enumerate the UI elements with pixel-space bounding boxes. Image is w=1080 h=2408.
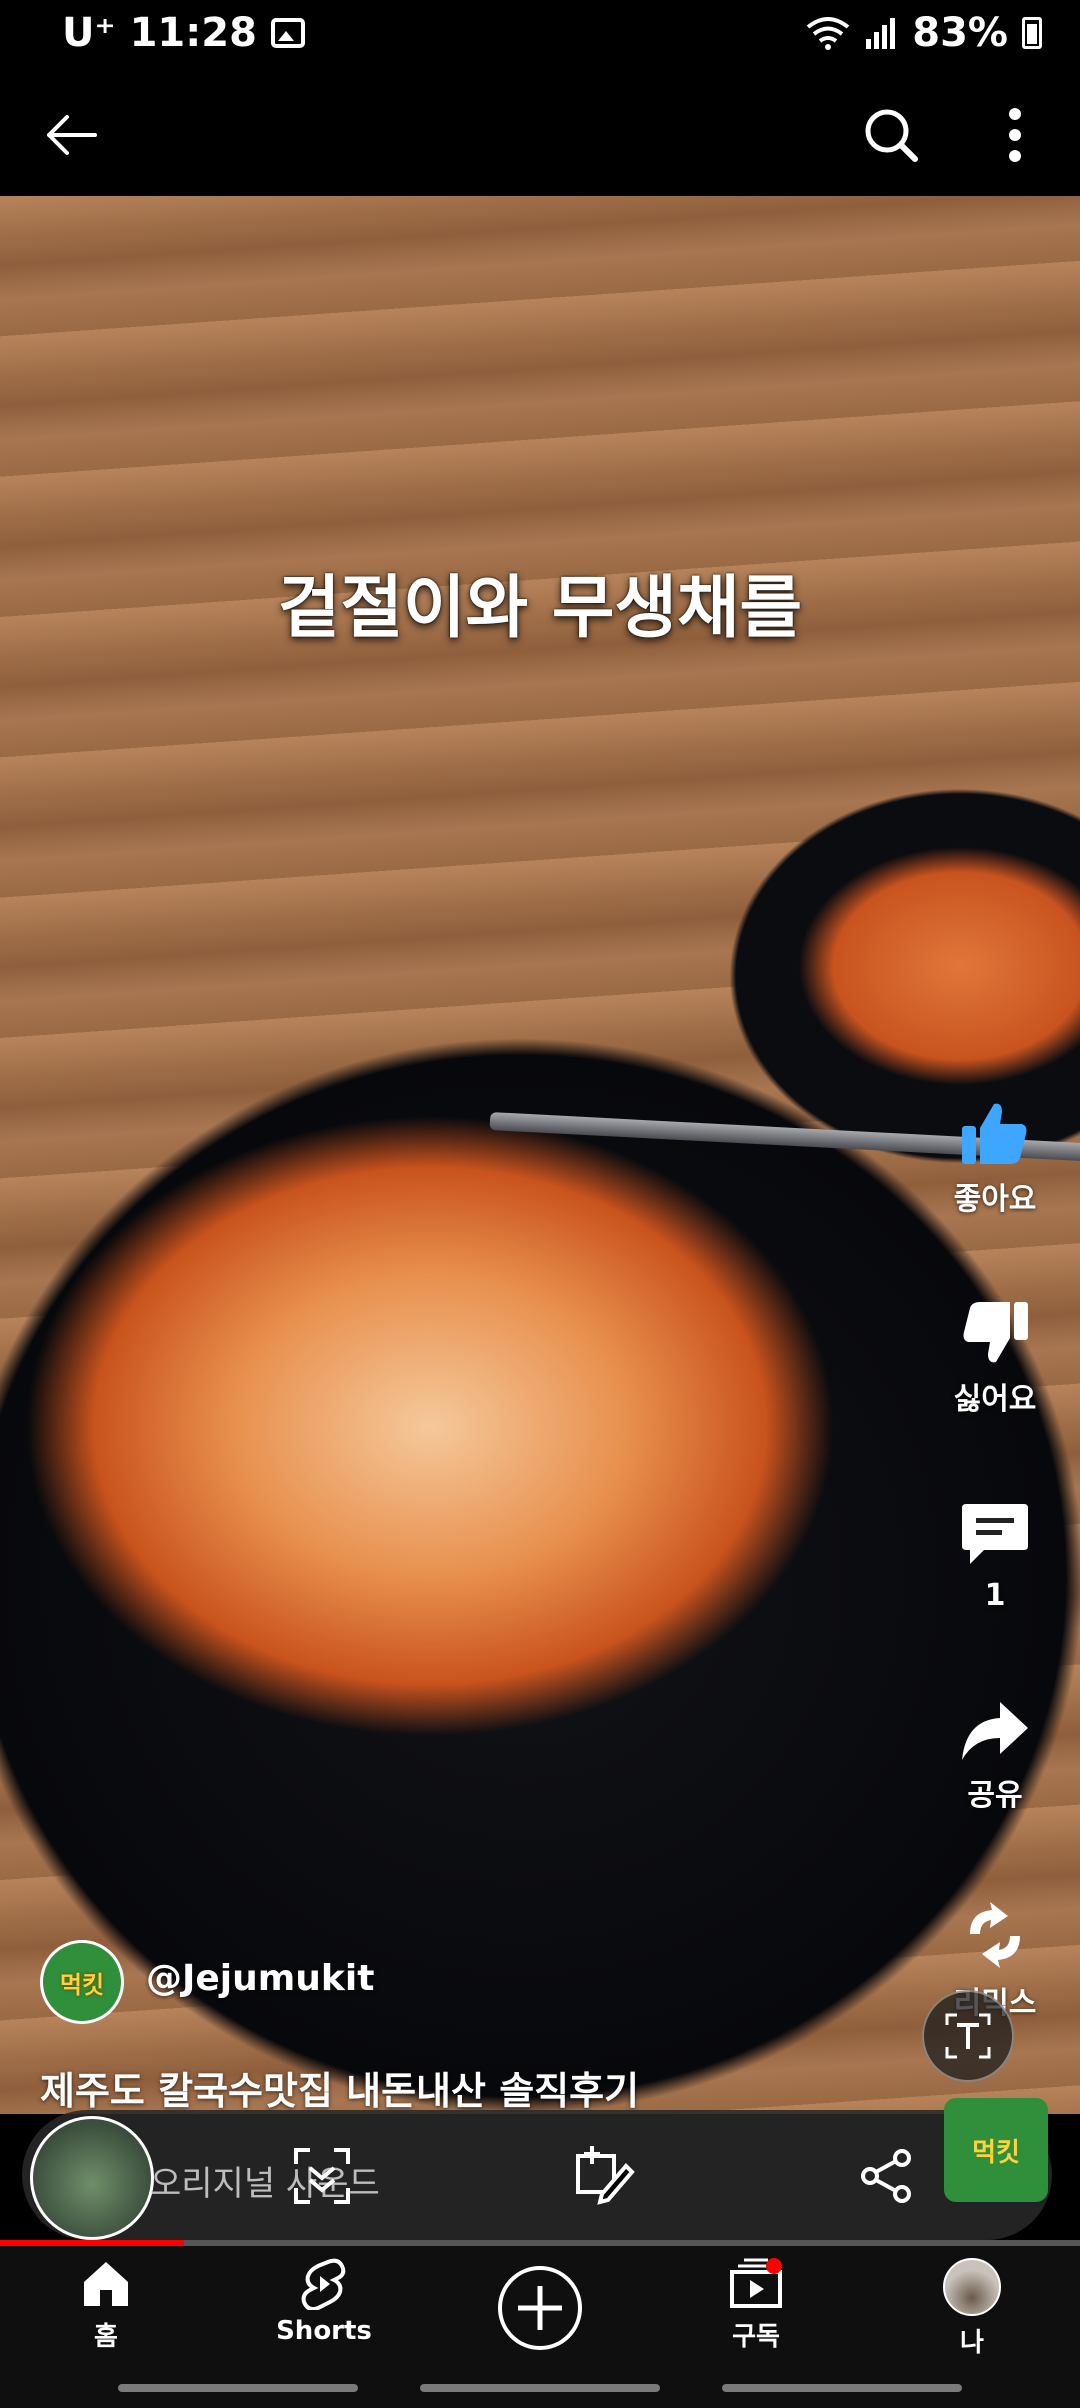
video-title[interactable]: 제주도 칼국수맛집 내돈내산 솔직후기	[40, 2060, 639, 2115]
comment-icon	[962, 1504, 1028, 1564]
edit-pencil-icon	[576, 2146, 635, 2205]
clock: 11:28	[129, 10, 257, 56]
thumbs-down-icon	[963, 1302, 1028, 1363]
channel-avatar[interactable]: 먹킷	[40, 1940, 124, 2024]
nav-me[interactable]: 나	[872, 2258, 1072, 2359]
share-label: 공유	[967, 1778, 1023, 1813]
share-arrow-icon	[962, 1702, 1028, 1760]
nav-create-button[interactable]	[494, 2262, 586, 2354]
text-scan-icon	[945, 2013, 991, 2059]
battery-icon	[1022, 17, 1042, 49]
share-nodes-icon	[861, 2149, 911, 2203]
nav-subscriptions-label: 구독	[732, 2322, 780, 2352]
sound-thumb-text: 먹킷	[972, 2137, 1020, 2168]
carrier-label: U⁺	[62, 10, 116, 56]
comments-button[interactable]: 1	[920, 1500, 1070, 1613]
gallery-notification-icon	[270, 18, 305, 48]
status-left: U⁺ 11:28	[62, 10, 305, 56]
more-vertical-icon	[1009, 108, 1021, 162]
channel-handle[interactable]: @Jejumukit	[146, 1958, 374, 1999]
share-action-button[interactable]	[846, 2136, 926, 2216]
remix-icon	[970, 1902, 1020, 1968]
nav-home[interactable]: 홈	[6, 2258, 206, 2353]
nav-shorts-label: Shorts	[276, 2316, 372, 2346]
edit-button[interactable]	[564, 2136, 644, 2216]
subscriptions-icon	[730, 2258, 782, 2308]
back-button[interactable]	[36, 100, 106, 170]
search-button[interactable]	[856, 100, 926, 170]
nav-subscriptions[interactable]: 구독	[656, 2258, 856, 2353]
nav-me-label: 나	[960, 2328, 984, 2358]
gesture-pill-left	[118, 2384, 358, 2392]
text-scan-button[interactable]	[922, 1990, 1014, 2082]
nav-shorts[interactable]: Shorts	[224, 2258, 424, 2346]
channel-avatar-text: 먹킷	[59, 1970, 105, 1999]
shorts-icon	[301, 2258, 346, 2310]
signal-icon	[866, 18, 896, 49]
collapse-frame-icon	[294, 2148, 350, 2204]
dislike-button[interactable]: 싫어요	[920, 1300, 1070, 1418]
home-icon	[84, 2262, 128, 2306]
search-icon	[865, 109, 918, 162]
collapse-button[interactable]	[282, 2136, 362, 2216]
comment-count: 1	[984, 1578, 1006, 1613]
gesture-pill-right	[722, 2384, 962, 2392]
video-caption-overlay: 겉절이와 무생채를	[277, 569, 803, 648]
sound-source-thumbnail[interactable]: 먹킷	[944, 2098, 1048, 2202]
status-right: 83%	[806, 10, 1042, 56]
like-label: 좋아요	[953, 1182, 1037, 1217]
original-sound-thumbnail[interactable]	[30, 2116, 154, 2240]
video-player[interactable]	[0, 196, 1080, 2114]
arrow-left-icon	[47, 115, 97, 155]
nav-home-label: 홈	[94, 2322, 118, 2352]
wifi-icon	[807, 17, 850, 50]
gesture-pill-center	[420, 2384, 660, 2392]
more-options-button[interactable]	[980, 100, 1050, 170]
create-plus-icon	[498, 2266, 582, 2350]
profile-avatar	[943, 2258, 1001, 2316]
thumbs-up-icon	[962, 1103, 1027, 1164]
like-button[interactable]: 좋아요	[920, 1100, 1070, 1218]
dislike-label: 싫어요	[953, 1382, 1037, 1417]
battery-percent: 83%	[912, 10, 1008, 56]
share-button[interactable]: 공유	[920, 1700, 1070, 1814]
